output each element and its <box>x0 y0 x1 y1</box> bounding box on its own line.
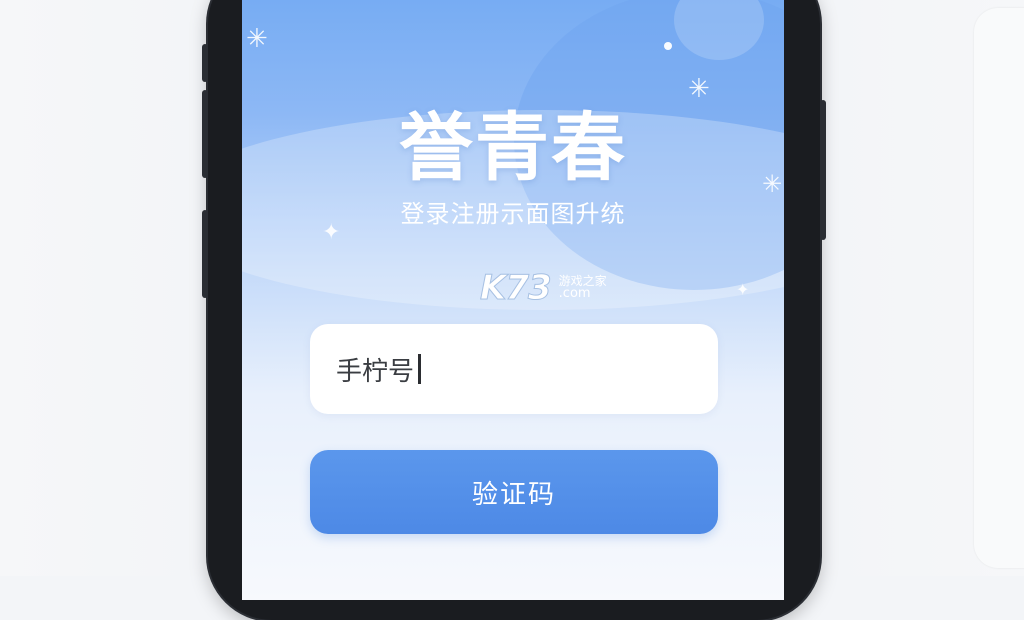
side-card <box>974 8 1024 568</box>
phone-frame: ✳ ✳ ✳ ✦ ✦ 誉青春 登录注册示面图升统 K73 游戏之家 .com 手柠… <box>202 0 826 620</box>
app-subtitle: 登录注册示面图升统 <box>400 200 626 228</box>
watermark-url: .com <box>558 286 591 302</box>
app-screen: ✳ ✳ ✳ ✦ ✦ 誉青春 登录注册示面图升统 K73 游戏之家 .com 手柠… <box>242 0 784 600</box>
mute-switch <box>202 44 208 82</box>
watermark-text: 游戏之家 .com <box>559 275 607 301</box>
phone-number-input[interactable]: 手柠号 <box>310 324 718 414</box>
volume-down-button <box>202 210 208 298</box>
sparkle-icon: ✦ <box>736 280 750 299</box>
verification-code-button[interactable]: 验证码 <box>310 450 718 534</box>
watermark-logo: K73 <box>480 268 553 309</box>
watermark: K73 游戏之家 .com <box>480 268 607 309</box>
volume-up-button <box>202 90 208 178</box>
app-title: 誉青春 <box>399 105 627 191</box>
phone-number-label: 手柠号 <box>336 356 415 387</box>
sparkle-dot <box>664 42 672 50</box>
cursor-caret <box>418 354 422 384</box>
power-button <box>820 100 826 240</box>
sparkle-icon: ✳ <box>246 24 268 54</box>
